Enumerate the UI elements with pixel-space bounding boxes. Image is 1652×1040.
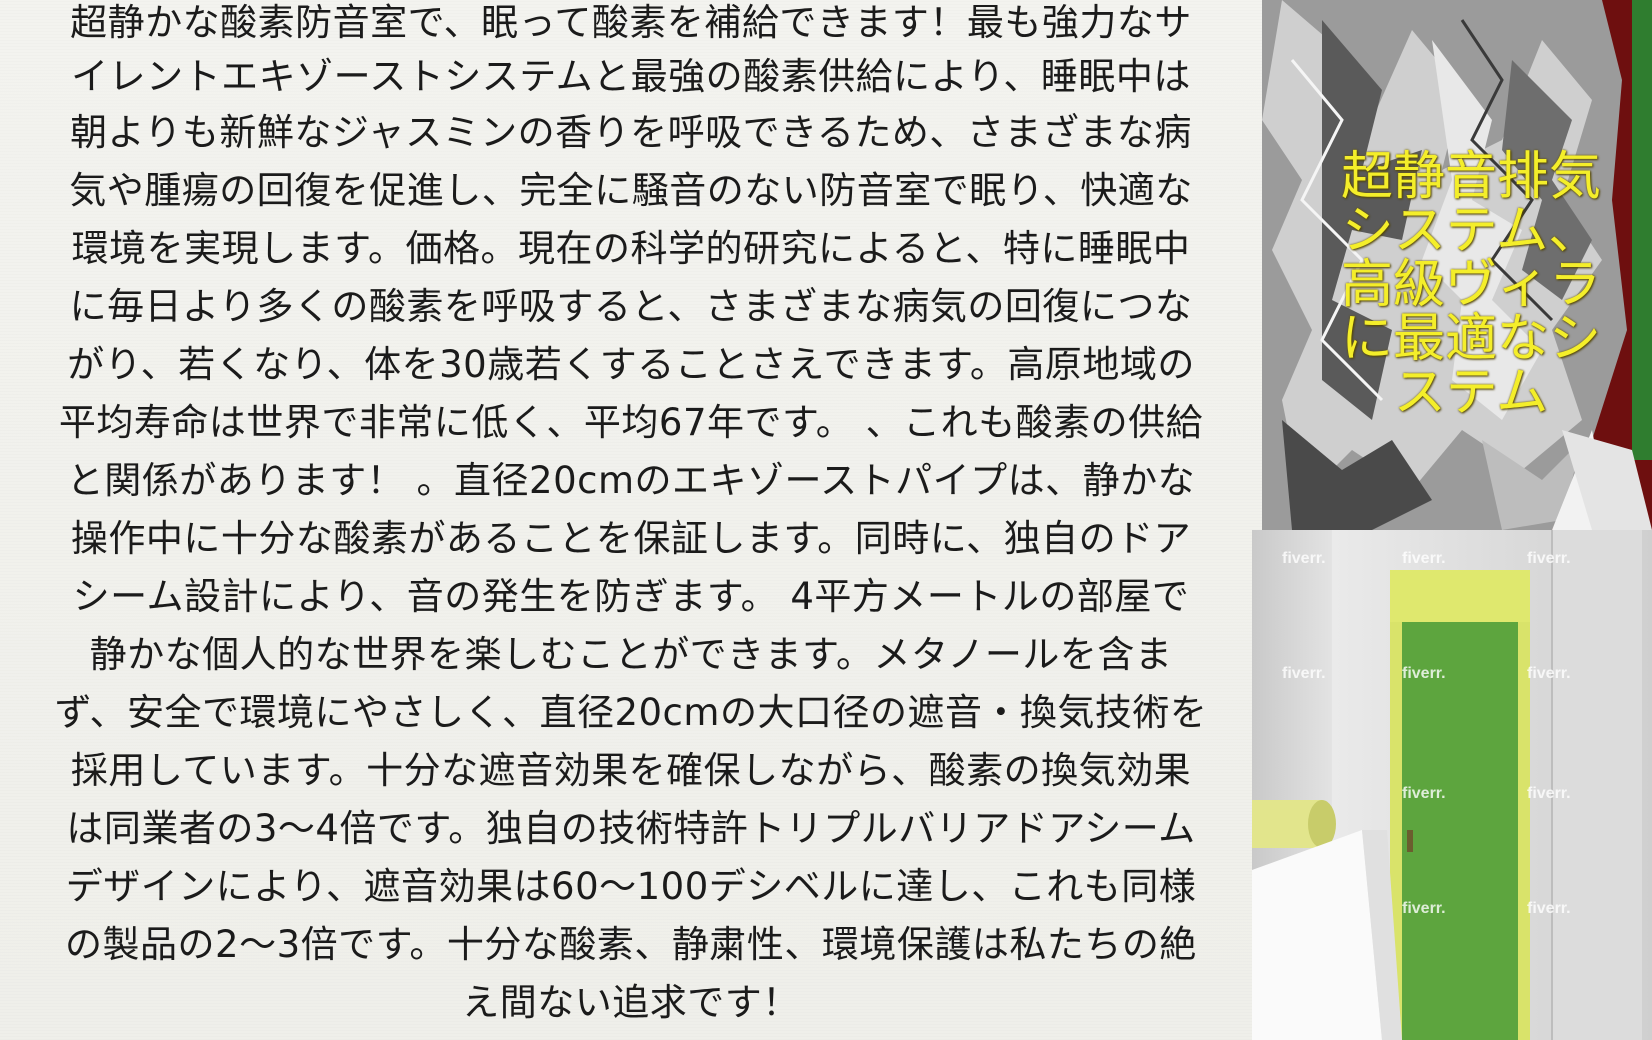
text-line-6: に毎日より多くの酸素を呼吸すると、さまざまな病気の回復につな (69, 285, 1193, 328)
overlay-line-2: システム、 (1341, 201, 1601, 261)
page: 超静かな酸素防音室で、眠って酸素を補給できます！最も強力なサ イレントエキゾース… (0, 0, 1652, 1040)
watermark-9: fiverr. (1402, 900, 1446, 917)
soundproof-room-image: fiverr. fiverr. fiverr. fiverr. fiverr. … (1252, 530, 1652, 1040)
text-line-17: の製品の2〜3倍です。十分な酸素、静粛性、環境保護は私たちの絶 (65, 923, 1197, 966)
soundproof-room-graphic (1252, 530, 1652, 1040)
overlay-line-4: に最適なシ (1340, 309, 1601, 369)
text-line-15: は同業者の3〜4倍です。独自の技術特許トリプルバリアドアシーム (66, 807, 1196, 850)
text-line-7: がり、若くなり、体を30歳若くすることさえできます。高原地域の (67, 343, 1195, 386)
watermark-6: fiverr. (1527, 665, 1571, 682)
article-text: 超静かな酸素防音室で、眠って酸素を補給できます！最も強力なサ イレントエキゾース… (0, 0, 1262, 1040)
watermark-10: fiverr. (1527, 900, 1571, 917)
text-line-1: 超静かな酸素防音室で、眠って酸素を補給できます！最も強力なサ (70, 1, 1192, 44)
text-line-16: デザインにより、遮音効果は60〜100デシベルに達し、これも同様 (65, 865, 1197, 908)
text-line-2: イレントエキゾーストシステムと最強の酸素供給により、睡眠中は (71, 55, 1191, 98)
overlay-line-1: 超静音排気 (1340, 147, 1601, 207)
overlay-line-3: 高級ヴィラ (1340, 255, 1601, 315)
text-line-5: 環境を実現します。価格。現在の科学的研究によると、特に睡眠中 (71, 227, 1191, 270)
text-line-3: 朝よりも新鮮なジャスミンの香りを呼吸できるため、さまざまな病 (70, 111, 1192, 154)
text-line-13: ず、安全で環境にやさしく、直径20cmの大口径の遮音・換気技術を (54, 691, 1208, 734)
text-line-18: え間ない追求です！ (462, 981, 800, 1024)
text-line-14: 採用しています。十分な遮音効果を確保しながら、酸素の換気効果 (70, 749, 1192, 792)
watermark-2: fiverr. (1402, 550, 1446, 567)
overlay-line-5: ステム (1393, 363, 1549, 423)
watermark-7: fiverr. (1402, 785, 1446, 802)
foil-room-photo: 超静音排気 システム、 高級ヴィラ に最適なシ ステム (1262, 0, 1652, 530)
overlay-caption: 超静音排気 システム、 高級ヴィラ に最適なシ ステム (1326, 150, 1616, 420)
text-line-4: 気や腫瘍の回復を促進し、完全に騒音のない防音室で眠り、快適な (69, 169, 1193, 212)
text-line-11: シーム設計により、音の発生を防ぎます。 4平方メートルの部屋で (72, 575, 1190, 618)
text-line-8: 平均寿命は世界で非常に低く、平均67年です。 、これも酸素の供給 (58, 401, 1204, 444)
watermark-4: fiverr. (1282, 665, 1326, 682)
watermark-3: fiverr. (1527, 550, 1571, 567)
text-line-10: 操作中に十分な酸素があることを保証します。同時に、独自のドア (70, 517, 1192, 560)
text-line-9: と関係があります！ 。直径20cmのエキゾーストパイプは、静かな (66, 459, 1196, 502)
watermark-5: fiverr. (1402, 665, 1446, 682)
watermark-8: fiverr. (1527, 785, 1571, 802)
watermark-1: fiverr. (1282, 550, 1326, 567)
text-line-12: 静かな個人的な世界を楽しむことができます。メタノールを含ま (89, 633, 1173, 676)
